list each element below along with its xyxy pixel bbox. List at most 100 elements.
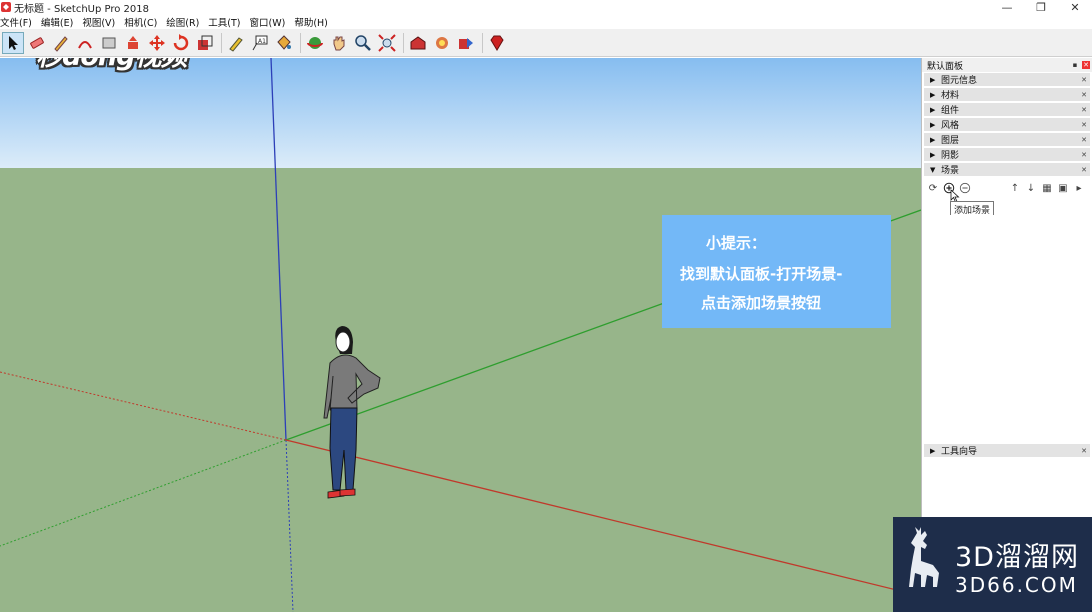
arc-tool-button[interactable] xyxy=(74,32,96,54)
share-model-button[interactable] xyxy=(455,32,477,54)
panel-close-icon[interactable]: ✕ xyxy=(1082,61,1090,69)
orbit-tool-button[interactable] xyxy=(304,32,326,54)
menu-view[interactable]: 视图(V) xyxy=(82,15,119,29)
zoom-extents-tool-button[interactable] xyxy=(376,32,398,54)
eraser-icon xyxy=(30,36,44,49)
tray-label: 材料 xyxy=(941,91,960,101)
menu-tools[interactable]: 工具(T) xyxy=(208,15,244,29)
collapsed-arrow-icon: ▶ xyxy=(930,105,936,114)
tip-line-2: 找到默认面板-打开场景- xyxy=(680,265,843,283)
tray-components[interactable]: ▶ 组件 ✕ xyxy=(924,103,1090,117)
menu-help[interactable]: 帮助(H) xyxy=(294,15,332,29)
zoom-tool-button[interactable] xyxy=(352,32,374,54)
tray-close-icon[interactable]: ✕ xyxy=(1080,91,1088,99)
move-tool-button[interactable] xyxy=(146,32,168,54)
tray-label: 图层 xyxy=(941,136,960,146)
restore-button[interactable]: ❐ xyxy=(1024,0,1058,14)
tray-label: 风格 xyxy=(941,121,960,131)
title-bar: 无标题 - SketchUp Pro 2018 — ❐ ✕ xyxy=(0,0,1092,15)
close-button[interactable]: ✕ xyxy=(1058,0,1092,14)
expanded-arrow-icon: ▼ xyxy=(930,165,936,174)
tray-close-icon[interactable]: ✕ xyxy=(1080,136,1088,144)
tray-label: 组件 xyxy=(941,106,960,116)
main-toolbar: A1 xyxy=(0,29,1092,57)
select-tool-button[interactable] xyxy=(2,31,24,54)
extension-warehouse-button[interactable] xyxy=(486,32,508,54)
minimize-button[interactable]: — xyxy=(990,0,1024,14)
tray-close-icon[interactable]: ✕ xyxy=(1080,76,1088,84)
tray-layers[interactable]: ▶ 图层 ✕ xyxy=(924,133,1090,147)
tray-shadows[interactable]: ▶ 阴影 ✕ xyxy=(924,148,1090,162)
hand-icon xyxy=(333,36,345,50)
view-options-icon[interactable]: ▦ xyxy=(1040,181,1054,195)
components-icon xyxy=(436,36,448,49)
blue-axis-solid xyxy=(270,58,287,441)
green-axis-dashed xyxy=(0,439,287,547)
tray-close-icon[interactable]: ✕ xyxy=(1080,447,1088,455)
menu-window[interactable]: 窗口(W) xyxy=(250,15,290,29)
scale-tool-button[interactable] xyxy=(194,32,216,54)
ruby-gem-icon xyxy=(490,35,504,51)
move-scene-down-icon[interactable]: ↓ xyxy=(1024,181,1038,195)
line-tool-button[interactable] xyxy=(50,32,72,54)
update-scene-icon[interactable]: ⟳ xyxy=(926,181,940,195)
modeling-viewport[interactable]: 秒dong视频 小提示： 找到默认面板-打开场景- 点击添加场景按钮 xyxy=(0,58,921,612)
show-details-icon[interactable]: ▣ xyxy=(1056,181,1070,195)
scene-menu-icon[interactable]: ▸ xyxy=(1072,181,1086,195)
remove-scene-icon[interactable] xyxy=(958,181,972,195)
tray-close-icon[interactable]: ✕ xyxy=(1080,151,1088,159)
3d66-logo-watermark: 3D溜溜网 3D66.COM xyxy=(893,517,1092,612)
shape-tool-button[interactable] xyxy=(98,32,120,54)
tray-styles[interactable]: ▶ 风格 ✕ xyxy=(924,118,1090,132)
logo-cn-text: 3D溜溜网 xyxy=(955,542,1079,573)
tray-entity-info[interactable]: ▶ 图元信息 ✕ xyxy=(924,73,1090,87)
menu-camera[interactable]: 相机(C) xyxy=(124,15,161,29)
paint-bucket-tool-button[interactable] xyxy=(273,32,295,54)
scene-toolbar-right: ↑ ↓ ▦ ▣ ▸ xyxy=(1008,181,1088,195)
menu-edit[interactable]: 编辑(E) xyxy=(41,15,77,29)
text-tool-button[interactable]: A1 xyxy=(249,32,271,54)
pencil-icon xyxy=(54,35,68,52)
warehouse-icon xyxy=(410,35,426,49)
tip-title: 小提示： xyxy=(706,234,767,252)
pin-icon[interactable]: ▪ xyxy=(1071,61,1079,69)
move-scene-up-icon[interactable]: ↑ xyxy=(1008,181,1022,195)
sketchup-app-icon xyxy=(1,2,11,12)
tray-label: 图元信息 xyxy=(941,76,978,86)
magnifier-icon xyxy=(355,34,371,51)
tray-close-icon[interactable]: ✕ xyxy=(1080,166,1088,174)
pushpull-tool-button[interactable] xyxy=(122,32,144,54)
deer-logo-icon xyxy=(909,527,939,587)
menu-file[interactable]: 文件(F) xyxy=(0,15,36,29)
tray-label: 阴影 xyxy=(941,151,960,161)
window-title: 无标题 - SketchUp Pro 2018 xyxy=(14,3,149,15)
logo-url-text: 3D66.COM xyxy=(955,573,1078,597)
tray-scenes[interactable]: ▼ 场景 ✕ xyxy=(924,163,1090,177)
rotate-icon xyxy=(173,33,189,50)
text-label-icon: A1 xyxy=(252,35,268,50)
menu-draw[interactable]: 绘图(R) xyxy=(166,15,203,29)
tray-close-icon[interactable]: ✕ xyxy=(1080,106,1088,114)
pan-tool-button[interactable] xyxy=(328,32,350,54)
axis-lines xyxy=(0,58,921,612)
collapsed-arrow-icon: ▶ xyxy=(930,75,936,84)
tray-materials[interactable]: ▶ 材料 ✕ xyxy=(924,88,1090,102)
tray-close-icon[interactable]: ✕ xyxy=(1080,121,1088,129)
warehouse-button[interactable] xyxy=(407,32,429,54)
rotate-tool-button[interactable] xyxy=(170,32,192,54)
zoom-extents-icon xyxy=(378,33,396,52)
red-axis-dashed xyxy=(0,371,287,441)
scene-list-area[interactable] xyxy=(924,215,1090,441)
tray-instructor[interactable]: ▶ 工具向导 ✕ xyxy=(924,444,1090,458)
components-3d-button[interactable] xyxy=(431,32,453,54)
red-axis-solid xyxy=(285,439,921,597)
tip-box: 小提示： 找到默认面板-打开场景- 点击添加场景按钮 xyxy=(662,215,891,328)
blue-axis-dashed xyxy=(285,439,294,612)
eraser-tool-button[interactable] xyxy=(26,32,48,54)
panel-title: 默认面板 xyxy=(927,61,964,72)
panel-header-buttons: ▪ ✕ xyxy=(1068,61,1090,69)
panel-header: 默认面板 ▪ ✕ xyxy=(922,58,1092,72)
watermark-top-left: 秒dong视频 xyxy=(36,58,187,73)
tape-measure-icon xyxy=(229,36,243,52)
tape-measure-tool-button[interactable] xyxy=(225,32,247,54)
